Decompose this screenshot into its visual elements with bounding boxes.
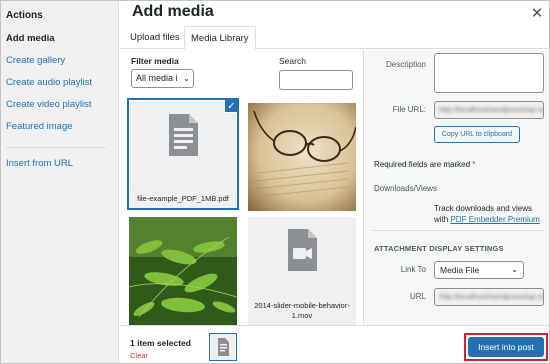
filter-media-value: All media i	[136, 73, 178, 83]
attachment-fern-photo[interactable]	[129, 217, 237, 325]
url-field[interactable]: http://localhost/wordpress/wp-content	[434, 288, 544, 306]
attachment-video[interactable]: 2014-slider-mobile-behavior-1.mov	[248, 217, 356, 325]
media-modal: Actions Add media Create gallery Create …	[0, 0, 550, 364]
search-input[interactable]	[279, 70, 353, 90]
document-icon	[169, 114, 198, 156]
menu-title: Actions	[6, 10, 43, 21]
selection-count: 1 item selected	[130, 338, 191, 348]
file-url-value: http://localhost/wordpress/wp-content	[439, 105, 543, 114]
tab-media-library[interactable]: Media Library	[184, 26, 256, 50]
url-label: URL	[409, 292, 426, 301]
chevron-down-icon: ⌄	[511, 265, 518, 274]
glasses-photo	[248, 103, 356, 211]
menu-item-create-video-playlist[interactable]: Create video playlist	[6, 99, 92, 110]
chevron-down-icon: ⌄	[183, 74, 190, 83]
filter-media-label: Filter media	[131, 56, 179, 66]
track-with: with	[434, 215, 449, 224]
attachment-filename: file-example_PDF_1MB.pdf	[129, 191, 237, 208]
downloads-views-label: Downloads/Views	[374, 184, 437, 193]
sidebar-separator	[372, 230, 544, 231]
link-to-value: Media File	[440, 265, 480, 275]
attachment-pdf[interactable]: file-example_PDF_1MB.pdf ✓	[129, 100, 237, 208]
search-label: Search	[279, 56, 306, 66]
clear-selection-link[interactable]: Clear	[130, 351, 148, 360]
menu-item-create-gallery[interactable]: Create gallery	[6, 55, 65, 66]
pdf-embedder-premium-link[interactable]: PDF Embedder Premium	[450, 215, 539, 224]
required-fields-note: Required fields are marked *	[374, 160, 475, 169]
menu-item-insert-from-url[interactable]: Insert from URL	[6, 158, 73, 169]
url-value: http://localhost/wordpress/wp-content	[439, 292, 543, 301]
menu-item-create-audio-playlist[interactable]: Create audio playlist	[6, 77, 92, 88]
router-tabs: Upload files Media Library	[120, 26, 549, 50]
link-to-label: Link To	[400, 265, 426, 274]
insert-into-post-button[interactable]: Insert into post	[468, 337, 544, 357]
tab-upload-files[interactable]: Upload files	[124, 26, 186, 49]
menu-item-add-media[interactable]: Add media	[6, 33, 55, 44]
required-star: *	[472, 160, 476, 169]
attachment-details-sidebar: Description File URL: http://localhost/w…	[363, 50, 549, 325]
file-url-field[interactable]: http://localhost/wordpress/wp-content	[434, 101, 544, 119]
modal-title: Add media	[132, 3, 214, 20]
attachment-filename: 2014-slider-mobile-behavior-1.mov	[248, 298, 356, 325]
document-icon	[218, 338, 229, 356]
copy-url-button[interactable]: Copy URL to clipboard	[434, 126, 520, 143]
track-downloads-text: Track downloads and views	[434, 204, 532, 213]
selected-attachment-thumbnail[interactable]	[209, 333, 237, 361]
menu-item-featured-image[interactable]: Featured image	[6, 121, 73, 132]
fern-photo	[129, 217, 237, 325]
attachment-glasses-photo[interactable]	[248, 103, 356, 211]
attachments-grid: file-example_PDF_1MB.pdf ✓ 2014-slider-m…	[120, 93, 363, 325]
filter-media-select[interactable]: All media i ⌄	[131, 69, 194, 88]
media-toolbar: 1 item selected Clear Insert into post	[120, 325, 549, 363]
actions-menu: Actions Add media Create gallery Create …	[1, 1, 119, 363]
description-label: Description	[385, 60, 426, 69]
menu-separator	[6, 147, 106, 148]
insert-button-highlight: Insert into post	[464, 333, 548, 361]
required-text: Required fields are marked	[374, 160, 471, 169]
display-settings-heading: ATTACHMENT DISPLAY SETTINGS	[374, 244, 504, 253]
description-textarea[interactable]	[434, 53, 544, 93]
video-icon	[288, 229, 317, 271]
file-url-label: File URL:	[392, 105, 426, 114]
checkmark-icon[interactable]: ✓	[224, 100, 237, 113]
link-to-select[interactable]: Media File ⌄	[434, 261, 524, 279]
track-downloads-line2: with PDF Embedder Premium	[434, 215, 540, 224]
close-icon[interactable]: ✕	[527, 4, 547, 24]
